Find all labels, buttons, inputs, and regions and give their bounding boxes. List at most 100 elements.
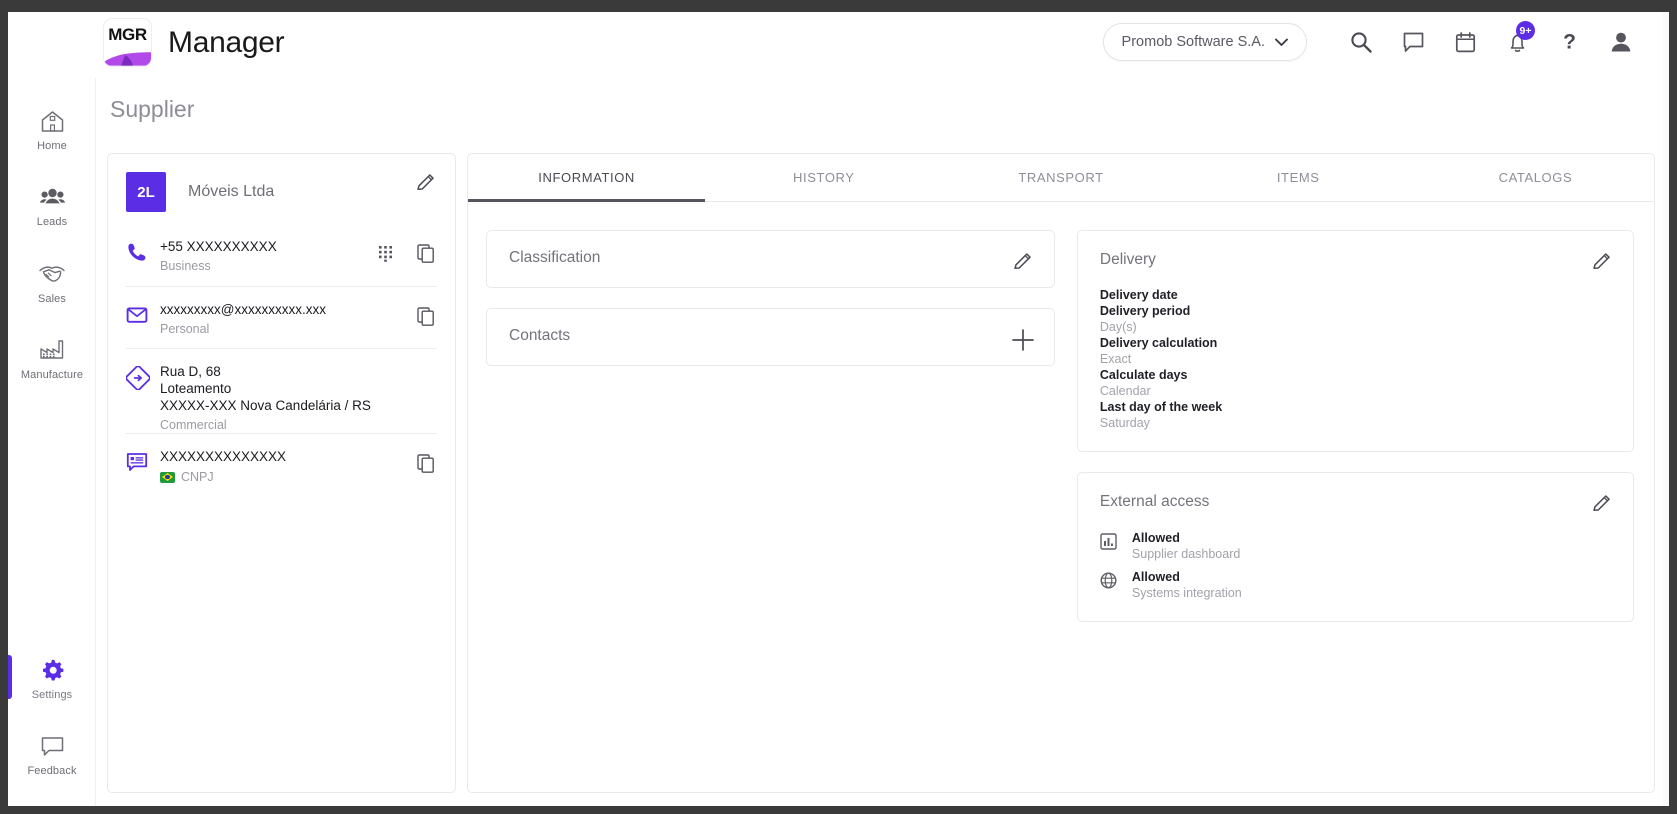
chart-icon <box>1100 533 1117 550</box>
external-access-row: Allowed Supplier dashboard <box>1100 531 1611 562</box>
external-access-row: Allowed Systems integration <box>1100 570 1611 601</box>
access-name: Supplier dashboard <box>1131 547 1241 561</box>
notifications-button[interactable]: 9+ <box>1491 20 1543 64</box>
delivery-field-value: Saturday <box>1099 416 1150 430</box>
factory-icon <box>40 339 64 359</box>
pencil-icon <box>1014 253 1031 269</box>
avatar: 2L <box>126 172 166 212</box>
help-button[interactable]: ? <box>1543 20 1595 64</box>
tab-items[interactable]: ITEMS <box>1180 154 1417 201</box>
access-entry-text: Allowed Supplier dashboard <box>1132 531 1240 562</box>
copy-icon <box>417 243 434 263</box>
email-value: xxxxxxxxx@xxxxxxxxxx.xxx <box>160 302 326 317</box>
phone-row-actions <box>375 242 437 264</box>
delivery-field-value: Calendar <box>1099 384 1151 398</box>
external-access-entries: Allowed Supplier dashboard Allowed Syste… <box>1100 531 1611 601</box>
edit-supplier-button[interactable] <box>411 168 441 198</box>
org-selector[interactable]: Promob Software S.A. <box>1102 23 1307 61</box>
sidebar-item-settings[interactable]: Settings <box>8 641 96 717</box>
search-button[interactable] <box>1335 20 1387 64</box>
chat-button[interactable] <box>1387 20 1439 64</box>
sidebar-item-leads[interactable]: Leads <box>8 168 96 244</box>
dialpad-icon <box>379 245 392 262</box>
delivery-field-label: Delivery calculation <box>1099 336 1218 350</box>
app-header: MGR Manager Promob Software S.A. 9+ ? <box>8 12 1669 78</box>
sidebar-item-home[interactable]: Home <box>8 92 96 168</box>
org-selector-label: Promob Software S.A. <box>1121 34 1265 50</box>
delivery-field-value: Day(s) <box>1099 320 1137 334</box>
tab-bar: INFORMATION HISTORY TRANSPORT ITEMS CATA… <box>468 154 1654 202</box>
sidebar-item-manufacture[interactable]: Manufacture <box>8 320 96 396</box>
document-row-actions <box>415 452 437 474</box>
brazil-flag-icon <box>160 471 175 483</box>
supplier-document-row: XXXXXXXXXXXXXX CNPJ <box>126 433 437 495</box>
app-title: Manager <box>168 25 285 59</box>
profile-button[interactable] <box>1595 20 1647 64</box>
access-entry-text: Allowed Systems integration <box>1132 570 1242 601</box>
calendar-button[interactable] <box>1439 20 1491 64</box>
svg-text:?: ? <box>1563 30 1576 53</box>
tab-transport[interactable]: TRANSPORT <box>942 154 1179 201</box>
edit-classification-button[interactable] <box>1008 247 1038 277</box>
chevron-down-icon <box>1275 38 1288 46</box>
phone-type: Business <box>160 259 211 273</box>
document-icon <box>126 453 148 471</box>
delivery-title: Delivery <box>1099 251 1156 268</box>
sidebar-active-indicator <box>8 655 12 699</box>
edit-external-access-button[interactable] <box>1587 489 1617 519</box>
access-name: Systems integration <box>1131 586 1242 600</box>
address-line-3: XXXXX-XXX Nova Candelária / RS <box>160 398 371 413</box>
header-actions: Promob Software S.A. 9+ ? <box>1102 20 1647 64</box>
tab-history[interactable]: HISTORY <box>705 154 942 201</box>
speech-bubble-icon <box>41 737 63 756</box>
pencil-icon <box>417 174 434 190</box>
brand-block: MGR Manager <box>103 18 285 67</box>
external-access-card: External access Allowed Supplier dashboa… <box>1076 472 1634 622</box>
access-status: Allowed <box>1131 531 1180 545</box>
classification-card: Classification <box>486 230 1055 288</box>
edit-delivery-button[interactable] <box>1587 247 1617 277</box>
sidebar-item-label: Settings <box>31 689 73 701</box>
app-window: MGR Manager Promob Software S.A. 9+ ? Ho… <box>8 8 1669 806</box>
pencil-icon <box>1593 495 1610 511</box>
gear-icon <box>42 659 63 681</box>
access-icon-wrap <box>1100 570 1120 594</box>
row-body: XXXXXXXXXXXXXX CNPJ <box>160 448 437 485</box>
supplier-card-header: 2L Móveis Ltda <box>108 154 455 212</box>
copy-email-button[interactable] <box>415 305 437 327</box>
profile-icon <box>1611 32 1631 52</box>
logo-wave-graphic <box>104 50 151 66</box>
address-type: Commercial <box>160 418 227 432</box>
copy-phone-button[interactable] <box>415 242 437 264</box>
row-icon-wrap <box>126 363 160 390</box>
sidebar-item-label: Leads <box>36 216 68 228</box>
company-name: Móveis Ltda <box>188 183 275 200</box>
contacts-title: Contacts <box>509 327 571 344</box>
sidebar-item-feedback[interactable]: Feedback <box>8 717 96 793</box>
classification-title: Classification <box>509 249 601 266</box>
document-type-line: CNPJ <box>160 469 373 485</box>
sidebar-item-label: Feedback <box>27 765 77 777</box>
supplier-detail-panel: INFORMATION HISTORY TRANSPORT ITEMS CATA… <box>467 153 1655 793</box>
tab-catalogs[interactable]: CATALOGS <box>1417 154 1654 201</box>
email-row-actions <box>415 305 437 327</box>
access-status: Allowed <box>1131 570 1180 584</box>
sidebar-item-sales[interactable]: Sales <box>8 244 96 320</box>
delivery-field-label: Delivery period <box>1099 304 1191 318</box>
sidebar-item-label: Sales <box>37 292 67 305</box>
copy-document-button[interactable] <box>415 452 437 474</box>
supplier-address-row: Rua D, 68 Loteamento XXXXX-XXX Nova Cand… <box>126 348 437 433</box>
tab-information[interactable]: INFORMATION <box>468 154 706 202</box>
supplier-email-row: xxxxxxxxx@xxxxxxxxxx.xxx Personal <box>126 286 437 348</box>
dialpad-button[interactable] <box>375 242 397 264</box>
home-icon <box>41 111 63 132</box>
calendar-icon <box>1455 31 1475 52</box>
add-contact-button[interactable] <box>1008 325 1038 355</box>
page-scrollbar[interactable] <box>1663 12 1669 806</box>
email-icon <box>126 307 148 323</box>
phone-value: +55 XXXXXXXXXX <box>160 239 277 254</box>
information-tab-content: Classification Contacts Delivery Deliver… <box>468 202 1654 622</box>
plus-icon <box>1012 329 1034 351</box>
external-access-title: External access <box>1099 493 1210 510</box>
people-icon <box>39 188 65 204</box>
